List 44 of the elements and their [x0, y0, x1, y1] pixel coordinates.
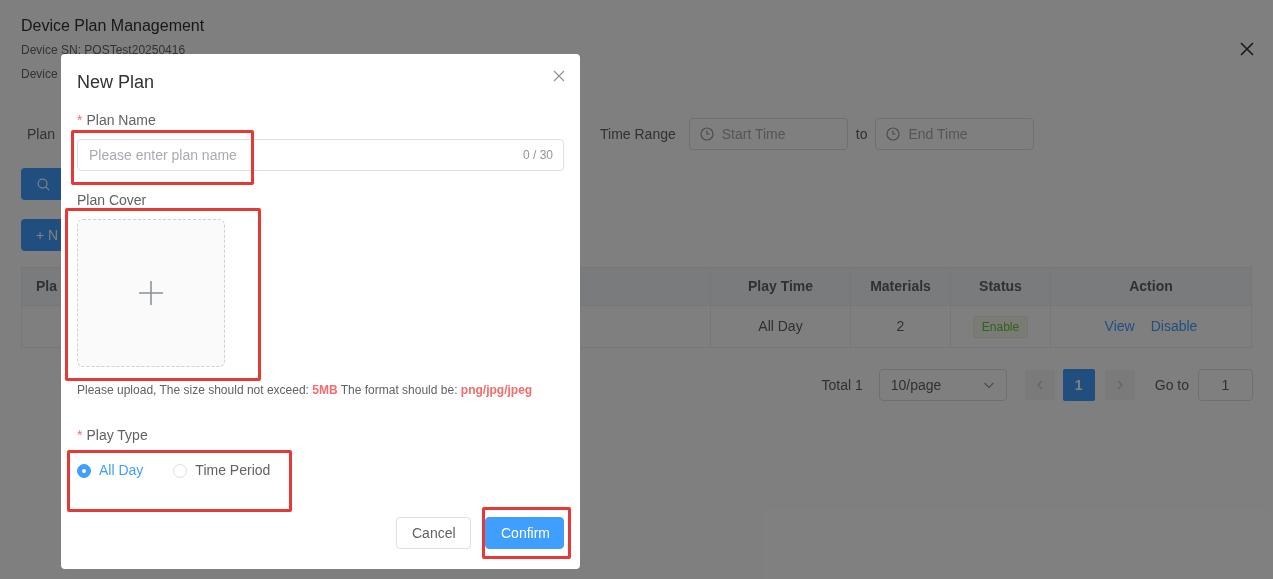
search-button[interactable] — [21, 168, 61, 200]
close-icon[interactable] — [1240, 42, 1254, 56]
plus-icon — [138, 280, 164, 306]
action-link[interactable]: View — [1104, 316, 1135, 337]
required-mark: * — [77, 426, 83, 445]
table-cell-text: All Day — [758, 317, 803, 336]
search-icon — [37, 177, 50, 191]
upload-hint-text: Please upload, The size should not exceed: 5MB The format should be: png/jpg/jpeg — [77, 382, 534, 398]
upload-box[interactable] — [77, 219, 225, 367]
prev-page-button[interactable] — [1024, 370, 1055, 400]
dialog-title: New Plan — [77, 71, 155, 94]
action-link[interactable]: Disable — [1150, 316, 1198, 337]
column-header: Status — [979, 277, 1022, 296]
to-text: to — [855, 124, 868, 144]
required-mark: * — [77, 111, 83, 130]
filter-label: Plan — [27, 124, 57, 144]
clock-icon — [699, 127, 714, 141]
time-range-label: Time Range — [600, 124, 676, 144]
new-button[interactable]: + N — [21, 219, 61, 251]
page-title: Device Plan Management — [21, 16, 205, 36]
status-tag: Enable — [972, 315, 1029, 338]
field-label: Plan Cover — [77, 191, 147, 210]
radio-option[interactable]: Time Period — [173, 460, 271, 481]
column-header: Play Time — [747, 277, 814, 296]
table-cell-text: 2 — [896, 317, 905, 336]
goto-label: Go to — [1154, 375, 1189, 395]
cancel-button[interactable]: Cancel — [396, 517, 471, 549]
confirm-button[interactable]: Confirm — [485, 517, 564, 549]
device-text: Device — [21, 67, 58, 81]
close-icon[interactable] — [553, 70, 565, 82]
total-text: Total 1 — [821, 375, 863, 395]
column-header: Pla — [36, 277, 57, 296]
column-header: Materials — [870, 277, 931, 296]
field-label: Plan Name — [86, 111, 156, 130]
column-header: Action — [1129, 277, 1173, 296]
goto-input[interactable]: 1 — [1198, 369, 1253, 401]
device-sn-text: Device SN: POSTest20250416 — [21, 44, 186, 57]
radio-option[interactable]: All Day — [77, 460, 144, 481]
next-page-button[interactable] — [1104, 370, 1135, 400]
page-button[interactable]: 1 — [1062, 369, 1095, 401]
page-size-select[interactable]: 10/page — [878, 369, 1007, 401]
clock-icon — [886, 127, 901, 141]
char-counter: 0 / 30 — [522, 147, 553, 163]
field-label: Play Type — [86, 426, 148, 445]
